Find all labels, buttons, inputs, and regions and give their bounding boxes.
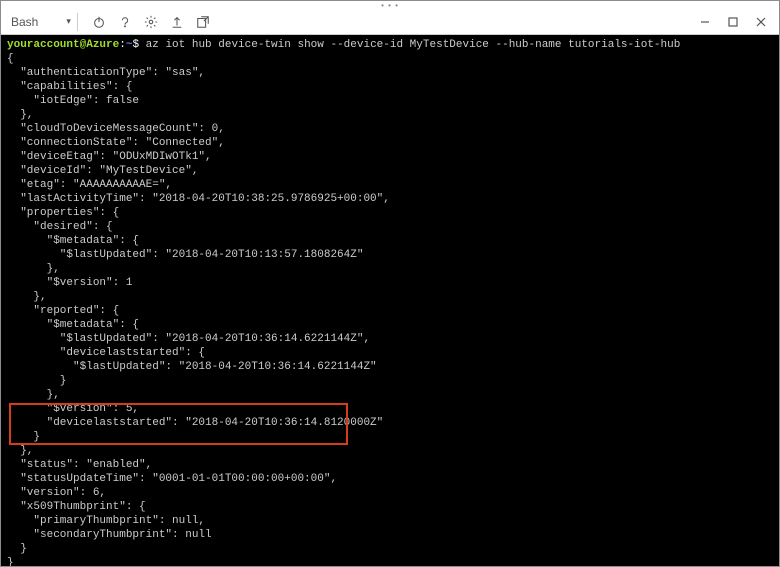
output-line: "properties": {: [7, 206, 773, 220]
output-line: "$lastUpdated": "2018-04-20T10:36:14.622…: [7, 360, 773, 374]
output-line: "etag": "AAAAAAAAAAE=",: [7, 178, 773, 192]
terminal-window: • • • Bash ▾: [0, 0, 780, 567]
output-line: "connectionState": "Connected",: [7, 136, 773, 150]
prompt-sep: :: [119, 39, 126, 51]
chevron-down-icon: ▾: [66, 16, 71, 27]
help-button[interactable]: [114, 11, 136, 33]
terminal-body[interactable]: youraccount@Azure:~$ az iot hub device-t…: [1, 35, 779, 566]
upload-button[interactable]: [166, 11, 188, 33]
command-text: az iot hub device-twin show --device-id …: [146, 39, 681, 51]
output-line: },: [7, 444, 773, 458]
prompt-user: youraccount@Azure: [7, 39, 119, 51]
upload-icon: [170, 15, 184, 29]
output-line: }: [7, 556, 773, 566]
command-line: youraccount@Azure:~$ az iot hub device-t…: [7, 38, 773, 52]
maximize-icon: [728, 17, 738, 27]
gear-icon: [144, 15, 158, 29]
output-line: "$lastUpdated": "2018-04-20T10:13:57.180…: [7, 248, 773, 262]
close-icon: [756, 17, 766, 27]
maximize-button[interactable]: [719, 11, 747, 33]
output-line: "iotEdge": false: [7, 94, 773, 108]
output-line: "authenticationType": "sas",: [7, 66, 773, 80]
output-line: "deviceEtag": "ODUxMDIwOTk1",: [7, 150, 773, 164]
shell-label: Bash: [11, 15, 38, 29]
output-line: },: [7, 290, 773, 304]
output-line: "desired": {: [7, 220, 773, 234]
output-line: "$metadata": {: [7, 318, 773, 332]
output-line: }: [7, 542, 773, 556]
output-line: }: [7, 374, 773, 388]
titlebar: Bash ▾: [1, 9, 779, 35]
output-line: }: [7, 430, 773, 444]
output-line: "devicelaststarted": {: [7, 346, 773, 360]
minimize-icon: [700, 17, 710, 27]
resize-grip-dots: • • •: [1, 1, 779, 9]
prompt-dollar: $: [132, 39, 145, 51]
output-line: "secondaryThumbprint": null: [7, 528, 773, 542]
output-line: "capabilities": {: [7, 80, 773, 94]
output-line: "version": 6,: [7, 486, 773, 500]
titlebar-left: Bash ▾: [5, 11, 214, 33]
output-line: "$lastUpdated": "2018-04-20T10:36:14.622…: [7, 332, 773, 346]
new-session-button[interactable]: [192, 11, 214, 33]
output-line: "primaryThumbprint": null,: [7, 514, 773, 528]
output-line: },: [7, 262, 773, 276]
output-line: },: [7, 108, 773, 122]
output-line: "status": "enabled",: [7, 458, 773, 472]
output-line: "cloudToDeviceMessageCount": 0,: [7, 122, 773, 136]
output-line: "lastActivityTime": "2018-04-20T10:38:25…: [7, 192, 773, 206]
restart-button[interactable]: [88, 11, 110, 33]
output-line: {: [7, 52, 773, 66]
open-new-icon: [196, 15, 210, 29]
shell-selector[interactable]: Bash ▾: [5, 13, 78, 31]
output-line: "$version": 5,: [7, 402, 773, 416]
close-button[interactable]: [747, 11, 775, 33]
output-line: "reported": {: [7, 304, 773, 318]
help-icon: [118, 15, 132, 29]
minimize-button[interactable]: [691, 11, 719, 33]
output-line: "$version": 1: [7, 276, 773, 290]
output-line: },: [7, 388, 773, 402]
output-line: "deviceId": "MyTestDevice",: [7, 164, 773, 178]
output-line: "$metadata": {: [7, 234, 773, 248]
output-line: "devicelaststarted": "2018-04-20T10:36:1…: [7, 416, 773, 430]
power-icon: [92, 15, 106, 29]
output-line: "statusUpdateTime": "0001-01-01T00:00:00…: [7, 472, 773, 486]
settings-button[interactable]: [140, 11, 162, 33]
output-line: "x509Thumbprint": {: [7, 500, 773, 514]
